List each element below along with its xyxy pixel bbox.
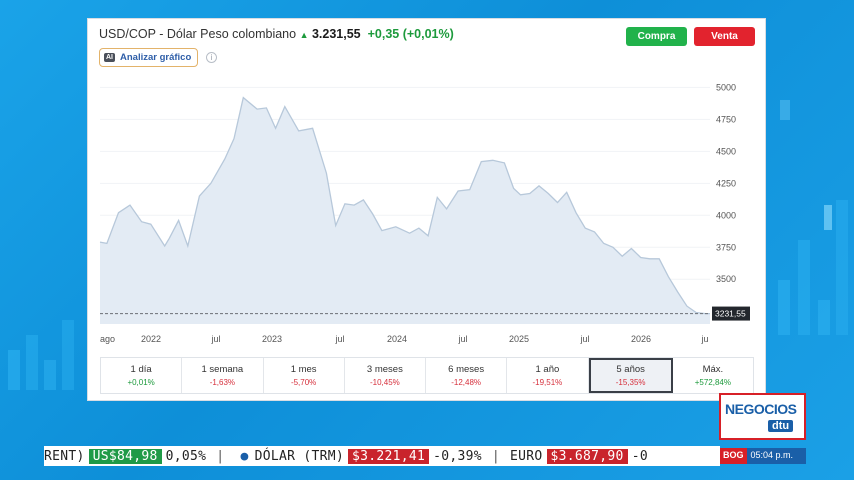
clock-bar: BOG 05:04 p.m. [720, 448, 806, 464]
ticker-item3-name: EURO [510, 448, 543, 464]
period-change: -1,63% [209, 378, 236, 387]
ticker-item3-value: $3.687,90 [546, 448, 628, 464]
x-tick-label: 2025 [509, 334, 529, 344]
chart-panel: USD/COP - Dólar Peso colombiano ▲ 3.231,… [87, 18, 766, 401]
y-tick-label: 3750 [716, 242, 736, 252]
x-tick-label: jul [334, 334, 344, 344]
period-tab[interactable]: 1 año -19,51% [507, 358, 589, 393]
y-tick-label: 4750 [716, 114, 736, 124]
y-tick-label: 5000 [716, 82, 736, 92]
period-change: -10,45% [369, 378, 400, 387]
ticker-item2-change: -0,39% [433, 448, 482, 464]
x-tick-label: 2023 [262, 334, 282, 344]
period-change: -19,51% [532, 378, 563, 387]
period-label: 1 año [535, 364, 560, 375]
y-tick-label: 3500 [716, 274, 736, 284]
ticker-item1-change: 0,05% [165, 448, 207, 464]
y-tick-label: 4250 [716, 178, 736, 188]
logo-text-top: NEGOCIOS [725, 401, 797, 417]
x-tick-label: jul [210, 334, 220, 344]
ticker-item3-change: -0 [631, 448, 648, 464]
period-tab[interactable]: 6 meses -12,48% [426, 358, 508, 393]
x-tick-label: ago [100, 334, 115, 344]
x-tick-label: ju [700, 334, 708, 344]
period-tab[interactable]: 3 meses -10,45% [345, 358, 426, 393]
clock-time: 05:04 p.m. [746, 448, 806, 464]
negocios-logo: NEGOCIOS dtu [719, 393, 806, 440]
period-tab[interactable]: 5 años -15,35% [588, 358, 673, 393]
period-change: -12,48% [451, 378, 482, 387]
ticker-item2-value: $3.221,41 [347, 448, 430, 464]
period-selector: 1 día +0,01% 1 semana -1,63% 1 mes -5,70% 3 me… [100, 357, 754, 394]
ticker-divider: | [491, 448, 501, 464]
x-tick-label: 2022 [141, 334, 161, 344]
period-tab[interactable]: 1 mes -5,70% [264, 358, 345, 393]
period-label: 5 años [616, 364, 645, 375]
period-label: Máx. [702, 364, 724, 375]
x-tick-label: jul [579, 334, 589, 344]
y-tick-label: 4500 [716, 146, 736, 156]
period-tab[interactable]: 1 día +0,01% [101, 358, 183, 393]
clock-city: BOG [720, 448, 747, 464]
ticker-divider: | [216, 448, 225, 464]
period-change: +0,01% [127, 378, 155, 387]
period-label: 1 mes [290, 364, 317, 375]
current-price-label: 3231,55 [715, 309, 746, 319]
ticker-item2-name: DÓLAR (TRM) [254, 448, 344, 464]
price-area [100, 97, 710, 324]
period-change: -15,35% [615, 378, 646, 387]
period-tab[interactable]: 1 semana -1,63% [182, 358, 264, 393]
period-tab[interactable]: Máx. +572,84% [673, 358, 753, 393]
ticker-item1-value: US$84,98 [88, 448, 162, 464]
x-tick-label: jul [457, 334, 467, 344]
period-change: +572,84% [694, 378, 731, 387]
price-chart[interactable]: Investing.com500047504500425040003750350… [88, 19, 767, 354]
period-label: 1 semana [201, 364, 244, 375]
news-ticker: RENT) US$84,98 0,05% | ● DÓLAR (TRM) $3.… [44, 446, 720, 466]
x-tick-label: 2024 [387, 334, 407, 344]
period-label: 6 meses [448, 364, 485, 375]
ticker-item1-name: RENT) [44, 448, 85, 464]
period-change: -5,70% [290, 378, 317, 387]
period-label: 3 meses [366, 364, 403, 375]
y-tick-label: 4000 [716, 210, 736, 220]
person-icon: ● [240, 448, 249, 464]
logo-text-bottom: dtu [768, 420, 794, 432]
x-tick-label: 2026 [631, 334, 651, 344]
period-label: 1 día [130, 364, 152, 375]
